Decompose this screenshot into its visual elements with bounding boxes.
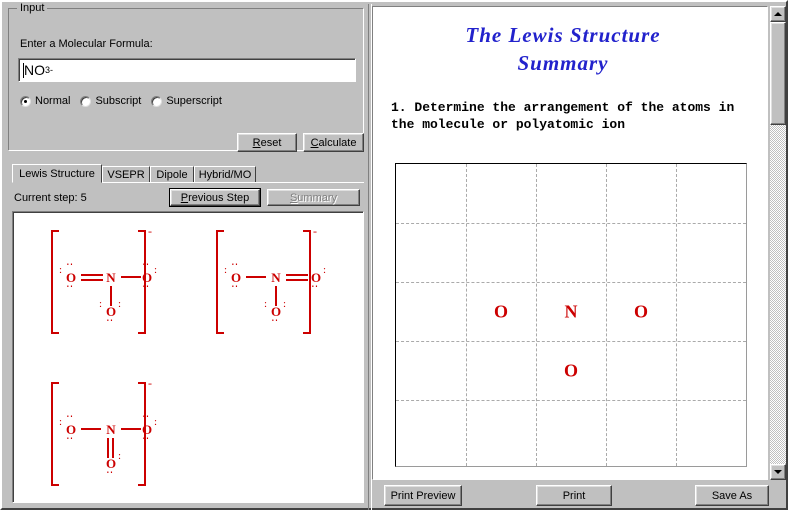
radio-subscript[interactable]: Subscript — [80, 95, 141, 107]
charge-2: - — [313, 224, 317, 238]
atom-arrangement-grid: O N O O — [395, 163, 747, 467]
atom-center-3: N — [106, 422, 116, 437]
scrollbar-thumb[interactable] — [770, 22, 786, 125]
format-mode-radiogroup: Normal Subscript Superscript — [20, 95, 232, 107]
atom-center-1: N — [106, 270, 116, 285]
grid-line-v4 — [676, 164, 677, 466]
grid-line-h2 — [396, 282, 746, 283]
tab-vsepr[interactable]: VSEPR — [102, 166, 150, 183]
radio-superscript-indicator — [151, 95, 163, 107]
tab-vsepr-label: VSEPR — [107, 169, 145, 181]
application-window: Input Enter a Molecular Formula: NO 3- No… — [0, 0, 788, 510]
previous-step-label-rest: revious Step — [188, 191, 250, 204]
summary-label-rest: ummary — [297, 191, 338, 204]
reset-label-rest: eset — [260, 136, 282, 149]
grid-atom-nitrogen: N — [564, 301, 578, 322]
tab-lewis-structure[interactable]: Lewis Structure — [12, 164, 102, 183]
right-pane: The Lewis Structure Summary 1. Determine… — [370, 4, 786, 510]
atom-center-2: N — [271, 270, 281, 285]
document-vertical-scrollbar[interactable] — [770, 6, 786, 480]
grid-line-h4 — [396, 400, 746, 401]
formula-label: Enter a Molecular Formula: — [20, 38, 153, 50]
previous-step-accel: P — [180, 191, 189, 204]
grid-line-v3 — [606, 164, 607, 466]
charge-1: - — [148, 224, 152, 238]
reset-accel: R — [252, 136, 261, 149]
triangle-down-icon — [774, 470, 782, 474]
charge-3: - — [148, 376, 152, 390]
formula-superscript: - — [50, 65, 54, 75]
radio-subscript-indicator — [80, 95, 92, 107]
document-title-line2: Summary — [517, 51, 609, 75]
grid-atom-oxygen-right: O — [633, 301, 649, 322]
reset-button[interactable]: Reset — [237, 133, 297, 152]
radio-normal-indicator — [20, 95, 31, 107]
formula-input[interactable]: NO 3- — [18, 58, 356, 82]
scroll-up-button[interactable] — [770, 6, 786, 22]
radio-superscript[interactable]: Superscript — [151, 95, 222, 107]
grid-atom-oxygen-bottom: O — [563, 360, 579, 381]
formula-base: NO — [24, 62, 45, 78]
print-button[interactable]: Print — [536, 485, 612, 506]
input-groupbox-title: Input — [17, 2, 48, 14]
current-step-text: Current step: 5 — [14, 192, 87, 204]
calculate-accel: C — [310, 136, 319, 149]
previous-step-button[interactable]: Previous Step — [170, 189, 260, 206]
scroll-down-button[interactable] — [770, 464, 786, 480]
grid-line-h1 — [396, 223, 746, 224]
radio-normal[interactable]: Normal — [20, 95, 70, 107]
lewis-structure-canvas: - O : ․․ ․․ N O ․․ ․․ : O : : ․․ - O: ․… — [12, 211, 364, 503]
tab-dipole-label: Dipole — [156, 169, 188, 181]
save-as-button[interactable]: Save As — [695, 485, 769, 506]
grid-line-v2 — [536, 164, 537, 466]
tabstrip: Lewis Structure VSEPR Dipole Hybrid/MO — [12, 164, 364, 183]
triangle-up-icon — [774, 12, 782, 16]
left-pane: Input Enter a Molecular Formula: NO 3- No… — [4, 2, 368, 510]
radio-normal-label: Normal — [35, 95, 71, 107]
summary-document: The Lewis Structure Summary 1. Determine… — [372, 6, 768, 480]
calculate-label-rest: alculate — [318, 136, 357, 149]
tab-hybrid-mo-label: Hybrid/MO — [198, 169, 252, 181]
grid-line-v1 — [466, 164, 467, 466]
summary-button[interactable]: Summary — [267, 189, 360, 206]
calculate-button[interactable]: Calculate — [303, 133, 364, 152]
radio-subscript-label: Subscript — [95, 95, 142, 107]
tab-hybrid-mo[interactable]: Hybrid/MO — [194, 166, 256, 183]
tab-dipole[interactable]: Dipole — [150, 166, 194, 183]
document-title: The Lewis Structure Summary — [373, 21, 753, 77]
grid-line-h3 — [396, 341, 746, 342]
summary-accel: S — [289, 191, 298, 204]
document-step-text: 1. Determine the arrangement of the atom… — [391, 100, 735, 132]
document-title-line1: The Lewis Structure — [465, 23, 661, 47]
grid-atom-oxygen-left: O — [493, 301, 509, 322]
print-preview-button[interactable]: Print Preview — [384, 485, 462, 506]
radio-superscript-label: Superscript — [166, 95, 222, 107]
tab-lewis-structure-label: Lewis Structure — [19, 167, 95, 180]
